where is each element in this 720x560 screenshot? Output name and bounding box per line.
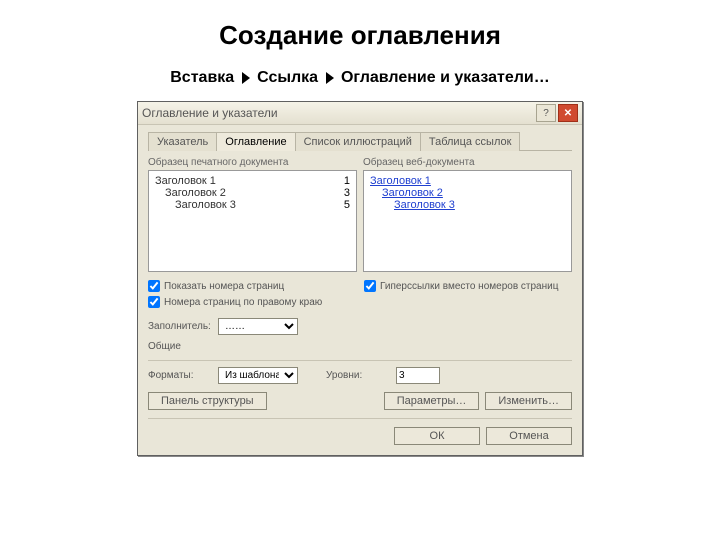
filler-select[interactable]: …… (218, 318, 298, 335)
levels-spinner[interactable] (396, 367, 440, 384)
hyperlinks-checkbox[interactable] (364, 280, 376, 292)
tab-toc[interactable]: Оглавление (216, 132, 295, 151)
right-align-label: Номера страниц по правому краю (164, 297, 322, 308)
breadcrumb-item: Оглавление и указатели… (341, 69, 550, 86)
arrow-right-icon (326, 72, 334, 84)
format-select[interactable]: Из шаблона (218, 367, 298, 384)
print-preview: Заголовок 11 Заголовок 23 Заголовок 35 (148, 170, 357, 272)
filler-label: Заполнитель: (148, 321, 214, 332)
arrow-right-icon (242, 72, 250, 84)
panel-structure-button[interactable]: Панель структуры (148, 392, 267, 410)
show-page-numbers-checkbox[interactable] (148, 280, 160, 292)
format-label: Форматы: (148, 370, 214, 381)
breadcrumb-item: Ссылка (257, 69, 318, 86)
tab-strip: Указатель Оглавление Список иллюстраций … (148, 131, 572, 151)
help-button[interactable]: ? (536, 104, 556, 122)
web-preview-label: Образец веб-документа (363, 157, 572, 168)
dialog-titlebar[interactable]: Оглавление и указатели ? ✕ (138, 102, 582, 125)
breadcrumb: Вставка Ссылка Оглавление и указатели… (0, 69, 720, 87)
breadcrumb-item: Вставка (170, 69, 234, 86)
hyperlinks-label: Гиперссылки вместо номеров страниц (380, 281, 558, 292)
cancel-button[interactable]: Отмена (486, 427, 572, 445)
close-button[interactable]: ✕ (558, 104, 578, 122)
tab-authorities[interactable]: Таблица ссылок (420, 132, 521, 151)
parameters-button[interactable]: Параметры… (384, 392, 480, 410)
levels-label: Уровни: (326, 370, 392, 381)
web-preview: Заголовок 1 Заголовок 2 Заголовок 3 (363, 170, 572, 272)
tab-index[interactable]: Указатель (148, 132, 217, 151)
print-preview-label: Образец печатного документа (148, 157, 357, 168)
group-general-label: Общие (148, 341, 572, 352)
right-align-checkbox[interactable] (148, 296, 160, 308)
modify-button[interactable]: Изменить… (485, 392, 572, 410)
show-page-numbers-label: Показать номера страниц (164, 281, 284, 292)
tab-illustrations[interactable]: Список иллюстраций (295, 132, 421, 151)
slide-title: Создание оглавления (0, 20, 720, 51)
dialog-title: Оглавление и указатели (142, 106, 278, 120)
ok-button[interactable]: ОК (394, 427, 480, 445)
dialog-window: Оглавление и указатели ? ✕ Указатель Огл… (137, 101, 583, 456)
